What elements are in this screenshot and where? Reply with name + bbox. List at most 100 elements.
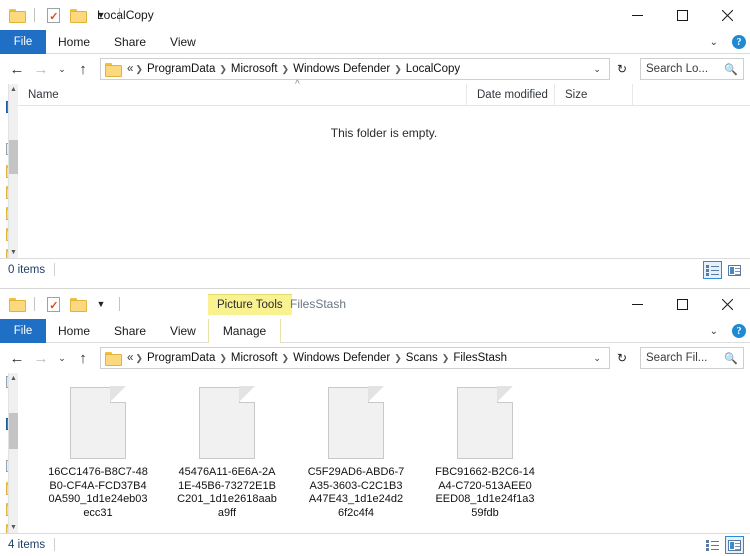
maximize-icon[interactable] (660, 0, 705, 30)
tab-view[interactable]: View (158, 30, 208, 54)
column-header-size[interactable]: Size (554, 83, 632, 106)
breadcrumb[interactable]: « ❯ ProgramData ❯ Microsoft ❯ Windows De… (100, 347, 610, 369)
up-arrow-icon[interactable]: ↑ (72, 58, 94, 80)
tab-file[interactable]: File (0, 30, 46, 54)
list-item[interactable]: FBC91662-B2C6-14A4-C720-513AEE0EED08_1d1… (435, 386, 535, 520)
maximize-icon[interactable] (660, 289, 705, 319)
title-bar[interactable]: ✓ ▼ LocalCopy (0, 0, 750, 30)
help-icon[interactable]: ? (732, 35, 746, 49)
address-bar: ← → ⌄ ↑ « ❯ ProgramData ❯ Microsoft ❯ Wi… (0, 54, 750, 84)
up-arrow-icon[interactable]: ↑ (72, 347, 94, 369)
separator (34, 8, 35, 22)
breadcrumb-item[interactable]: Scans (403, 352, 441, 364)
tab-home[interactable]: Home (46, 319, 102, 343)
title-bar[interactable]: ✓ ▼ Picture Tools FilesStash (0, 289, 750, 319)
window-body: ▲ ▼ Name Date modified Size ^ This folde… (0, 79, 750, 258)
help-icon[interactable]: ? (732, 324, 746, 338)
minimize-icon[interactable] (615, 0, 660, 30)
chevron-right-icon: ❯ (135, 63, 143, 74)
file-name: FBC91662-B2C6-14A4-C720-513AEE0EED08_1d1… (435, 466, 535, 519)
breadcrumb-item[interactable]: Microsoft (228, 352, 281, 364)
refresh-icon[interactable]: ↻ (612, 62, 632, 76)
search-placeholder: Search Lo... (646, 63, 709, 75)
list-item[interactable]: 16CC1476-B8C7-48B0-CF4A-FCD37B40A590_1d1… (48, 386, 148, 520)
chevron-right-icon: ❯ (219, 352, 227, 363)
chevron-right-icon: ❯ (394, 352, 402, 363)
breadcrumb-item[interactable]: ProgramData (144, 63, 218, 75)
tab-view[interactable]: View (158, 319, 208, 343)
chevron-down-icon[interactable]: ⌄ (587, 64, 607, 75)
tab-file[interactable]: File (0, 319, 46, 343)
details-view-icon[interactable] (703, 261, 722, 279)
breadcrumb-overflow[interactable]: « (124, 63, 134, 75)
list-item[interactable]: C5F29AD6-ABD6-7A35-3603-C2C1B3A47E43_1d1… (306, 386, 406, 520)
breadcrumb-overflow[interactable]: « (124, 352, 134, 364)
chevron-down-icon[interactable]: ⌄ (706, 37, 722, 48)
scroll-down-icon[interactable]: ▼ (9, 247, 18, 258)
file-list-pane[interactable]: 16CC1476-B8C7-48B0-CF4A-FCD37B40A590_1d1… (18, 373, 750, 533)
tab-home[interactable]: Home (46, 30, 102, 54)
explorer-window-filesstash: ✓ ▼ Picture Tools FilesStash File Home S… (0, 288, 750, 556)
file-list-pane[interactable]: Name Date modified Size ^ This folder is… (18, 79, 750, 258)
recent-locations-icon[interactable]: ⌄ (54, 58, 70, 80)
forward-arrow-icon[interactable]: → (30, 347, 52, 369)
folder-icon[interactable] (6, 294, 26, 314)
tab-manage[interactable]: Manage (208, 319, 281, 343)
forward-arrow-icon[interactable]: → (30, 58, 52, 80)
window-controls (615, 0, 750, 30)
search-placeholder: Search Fil... (646, 352, 708, 364)
scroll-up-icon[interactable]: ▲ (9, 84, 18, 95)
scroll-up-icon[interactable]: ▲ (9, 373, 18, 384)
details-view-icon[interactable] (703, 536, 722, 554)
search-input[interactable]: Search Lo... 🔍 (640, 58, 744, 80)
back-arrow-icon[interactable]: ← (6, 347, 28, 369)
scrollbar-thumb[interactable] (9, 140, 18, 174)
new-folder-icon[interactable] (67, 294, 87, 314)
properties-icon[interactable]: ✓ (43, 294, 63, 314)
breadcrumb[interactable]: « ❯ ProgramData ❯ Microsoft ❯ Windows De… (100, 58, 610, 80)
file-name: C5F29AD6-ABD6-7A35-3603-C2C1B3A47E43_1d1… (307, 466, 405, 519)
column-header-date-modified[interactable]: Date modified (466, 83, 554, 106)
chevron-right-icon: ❯ (281, 352, 290, 363)
back-arrow-icon[interactable]: ← (6, 58, 28, 80)
chevron-down-icon[interactable]: ▼ (91, 294, 111, 314)
breadcrumb-item[interactable]: FilesStash (450, 352, 510, 364)
navigation-scrollbar[interactable]: ▲ ▼ (8, 84, 18, 258)
refresh-icon[interactable]: ↻ (612, 351, 632, 365)
file-icon-grid: 16CC1476-B8C7-48B0-CF4A-FCD37B40A590_1d1… (18, 373, 750, 520)
breadcrumb-item[interactable]: Microsoft (228, 63, 281, 75)
tab-share[interactable]: Share (102, 319, 158, 343)
scrollbar-thumb[interactable] (9, 413, 18, 449)
tiles-view-icon[interactable] (725, 261, 744, 279)
search-input[interactable]: Search Fil... 🔍 (640, 347, 744, 369)
chevron-down-icon[interactable]: ⌄ (706, 326, 722, 337)
contextual-tab-picture-tools[interactable]: Picture Tools (208, 294, 292, 315)
new-folder-icon[interactable] (67, 5, 87, 25)
separator (34, 297, 35, 311)
file-name: 45476A11-6E6A-2A1E-45B6-73272E1BC201_1d1… (177, 466, 277, 519)
column-header-name[interactable]: Name (18, 84, 466, 106)
properties-icon[interactable]: ✓ (43, 5, 63, 25)
chevron-right-icon: ❯ (394, 63, 402, 74)
breadcrumb-item[interactable]: Windows Defender (290, 63, 393, 75)
folder-icon[interactable] (6, 5, 26, 25)
list-item[interactable]: 45476A11-6E6A-2A1E-45B6-73272E1BC201_1d1… (177, 386, 277, 520)
tiles-view-icon[interactable] (725, 536, 744, 554)
scroll-down-icon[interactable]: ▼ (9, 522, 18, 533)
navigation-pane[interactable]: ▲ ▼ (0, 373, 18, 533)
separator (119, 297, 120, 311)
empty-folder-message: This folder is empty. (330, 126, 438, 140)
recent-locations-icon[interactable]: ⌄ (54, 347, 70, 369)
ribbon-tabs: File Home Share View Manage ⌄ ? (0, 319, 750, 343)
minimize-icon[interactable] (615, 289, 660, 319)
tab-share[interactable]: Share (102, 30, 158, 54)
breadcrumb-item[interactable]: Windows Defender (290, 352, 393, 364)
breadcrumb-item[interactable]: LocalCopy (403, 63, 463, 75)
close-icon[interactable] (705, 0, 750, 30)
navigation-pane[interactable]: ▲ ▼ (0, 84, 18, 258)
breadcrumb-item[interactable]: ProgramData (144, 352, 218, 364)
chevron-down-icon[interactable]: ⌄ (587, 353, 607, 364)
navigation-scrollbar[interactable]: ▲ ▼ (8, 373, 18, 533)
page-title: FilesStash (290, 297, 347, 311)
close-icon[interactable] (705, 289, 750, 319)
